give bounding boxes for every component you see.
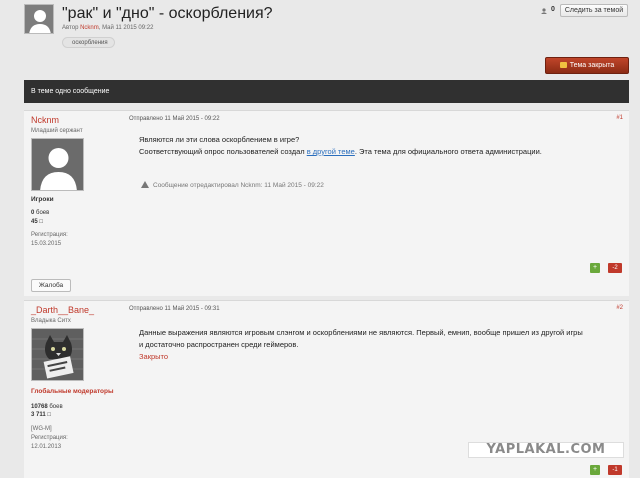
registration-label: Регистрация: xyxy=(31,232,68,238)
post-rating-badge: -2 xyxy=(608,263,622,273)
lock-icon xyxy=(559,62,567,68)
post: Ncknm Младший сержант Игроки 0 боев 45 □… xyxy=(24,110,629,296)
post-number-link[interactable]: #1 xyxy=(616,115,623,121)
post-date: Отправлено 11 Май 2015 - 09:31 xyxy=(129,306,220,312)
topic-date: , Май 11 2015 09:22 xyxy=(98,25,154,31)
post-text-line: Данные выражения являются игровым слэнго… xyxy=(139,328,583,337)
battles-count: 10768 боев xyxy=(31,404,63,410)
post-body: Являются ли эти слова оскорблением в игр… xyxy=(139,134,542,158)
post-closed-note: Закрыто xyxy=(139,352,169,361)
topic-closed-label: Тема закрыта xyxy=(569,62,615,69)
battles-label: боев xyxy=(47,404,63,410)
posts-value: 45 xyxy=(31,219,38,225)
posts-count: 45 □ xyxy=(31,219,43,225)
vote-up-button[interactable]: + xyxy=(590,465,600,475)
post-author-sidebar: _Darth__Bane_ Владыка Ситх Глобальные мо… xyxy=(24,301,121,478)
battles-label: боев xyxy=(34,210,50,216)
post-author-rank: Младший сержант xyxy=(31,128,83,134)
watermark-logo: YAPLAKAL.COM xyxy=(468,442,624,458)
post-text: . Эта тема для официального ответа админ… xyxy=(354,147,542,156)
topic-byline: Автор Ncknm, Май 11 2015 09:22 xyxy=(62,25,153,31)
battles-count: 0 боев xyxy=(31,210,49,216)
other-topic-link[interactable]: в другой теме xyxy=(307,147,355,156)
topic-closed-button[interactable]: Тема закрыта xyxy=(545,57,629,74)
post-author-group: Игроки xyxy=(31,196,54,203)
post-author-avatar[interactable] xyxy=(31,138,84,191)
post-text-line: Являются ли эти слова оскорблением в игр… xyxy=(139,135,300,144)
post-author-rank: Владыка Ситх xyxy=(31,318,71,324)
registration-label: Регистрация: xyxy=(31,435,68,441)
post-text-line: и достаточно распространен среди геймеро… xyxy=(139,340,299,349)
edit-notice: Сообщение отредактировал Ncknm: 11 Май 2… xyxy=(141,181,324,189)
posts-value: 3 711 xyxy=(31,412,46,418)
vote-up-button[interactable]: + xyxy=(590,263,600,273)
author-prefix: Автор xyxy=(62,25,79,31)
follow-topic-button[interactable]: Следить за темой xyxy=(560,4,628,17)
post-author-sidebar: Ncknm Младший сержант Игроки 0 боев 45 □… xyxy=(24,111,121,296)
user-silhouette-icon xyxy=(32,139,83,190)
post-author-name[interactable]: _Darth__Bane_ xyxy=(31,305,94,315)
registration-date: 15.03.2015 xyxy=(31,241,62,247)
followers-count: 0 xyxy=(551,6,555,13)
clan-tag[interactable]: [WG-M] xyxy=(31,426,52,432)
page-title: "рак" и "дно" - оскорбления? xyxy=(62,5,273,22)
battles-value: 10768 xyxy=(31,404,48,410)
followers-icon xyxy=(540,8,548,14)
post-body: Данные выражения являются игровым слэнго… xyxy=(139,327,583,363)
warning-icon xyxy=(141,181,149,188)
posts-count: 3 711 □ xyxy=(31,412,51,418)
report-button[interactable]: Жалоба xyxy=(31,279,71,292)
post-author-avatar[interactable] xyxy=(31,328,84,381)
topic-summary-bar: В теме одно сообщение xyxy=(24,80,629,103)
topic-author-avatar[interactable] xyxy=(24,4,54,34)
post-text: Соответствующий опрос пользователей созд… xyxy=(139,147,307,156)
post-author-name[interactable]: Ncknm xyxy=(31,115,59,125)
user-silhouette-icon xyxy=(25,5,53,33)
topic-author-link[interactable]: Ncknm xyxy=(80,25,99,31)
cat-photo-icon xyxy=(32,329,83,380)
registration-date: 12.01.2013 xyxy=(31,444,62,450)
post-text-line: Соответствующий опрос пользователей созд… xyxy=(139,146,542,158)
comment-icon: □ xyxy=(47,412,51,418)
topic-tag[interactable]: оскорбления xyxy=(62,37,115,48)
post-rating-badge: -1 xyxy=(608,465,622,475)
post-author-group: Глобальные модераторы xyxy=(31,388,114,395)
comment-icon: □ xyxy=(39,219,43,225)
post-number-link[interactable]: #2 xyxy=(616,305,623,311)
edit-notice-text: Сообщение отредактировал Ncknm: 11 Май 2… xyxy=(153,182,324,189)
post-date: Отправлено 11 Май 2015 - 09:22 xyxy=(129,116,220,122)
